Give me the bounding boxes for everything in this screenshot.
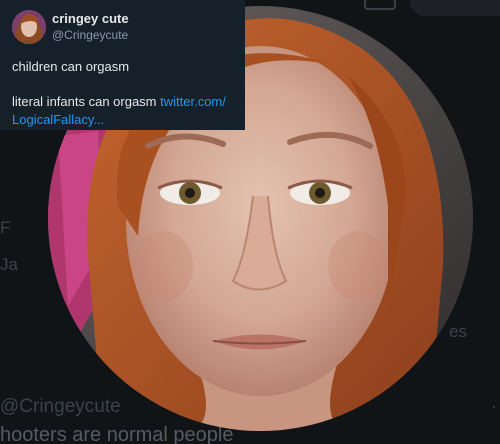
tweet-link[interactable]: twitter.com/ [160, 94, 226, 109]
tweet-line-1: children can orgasm [12, 59, 130, 74]
joined-fragment: Ja [0, 255, 18, 274]
background-tweet-text: hooters are normal people [0, 424, 234, 444]
follow-button-fragment[interactable] [410, 0, 500, 16]
tweet-card[interactable]: cringey cute @Cringeycute children can o… [0, 0, 245, 130]
background-handle: @Cringeycute [0, 396, 121, 417]
display-name[interactable]: cringey cute [52, 11, 129, 27]
profile-screen: F Ja es @Cringeycute · hooters are norma… [0, 0, 500, 444]
user-handle[interactable]: @Cringeycute [52, 27, 129, 43]
user-avatar-image [12, 10, 46, 44]
tweet-link-continued[interactable]: LogicalFallacy... [12, 112, 104, 127]
tweet-line-2-text: literal infants can orgasm [12, 94, 157, 109]
background-dot: · [491, 396, 497, 416]
tweet-text: children can orgasm literal infants can … [12, 58, 233, 129]
menu-icon[interactable] [364, 0, 396, 10]
user-avatar[interactable] [12, 10, 46, 44]
bio-fragment: F [0, 218, 11, 237]
tweet-author: cringey cute @Cringeycute [52, 11, 129, 43]
tweet-line-2: literal infants can orgasm twitter.com/L… [12, 93, 233, 129]
tweet-header: cringey cute @Cringeycute [12, 10, 233, 44]
stats-fragment: es [449, 322, 467, 341]
